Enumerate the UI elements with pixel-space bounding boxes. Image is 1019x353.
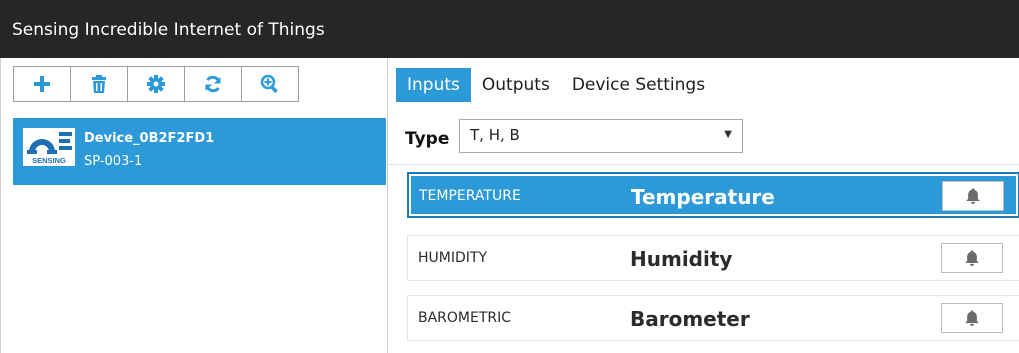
- pane-divider[interactable]: [387, 58, 388, 353]
- type-filter-row: Type T, H, B ▼: [388, 116, 1019, 165]
- sensing-logo-icon: SENSING: [23, 128, 75, 166]
- type-dropdown[interactable]: T, H, B ▼: [459, 119, 743, 153]
- sensor-name: Barometer: [630, 307, 750, 331]
- sensor-name: Humidity: [630, 247, 733, 271]
- svg-text:SENSING: SENSING: [32, 156, 66, 165]
- tab-inputs[interactable]: Inputs: [396, 68, 471, 102]
- refresh-icon: [205, 75, 221, 93]
- device-toolbar: [13, 66, 299, 102]
- zoom-in-icon: [260, 74, 278, 94]
- alarm-button[interactable]: [942, 181, 1004, 211]
- type-dropdown-value: T, H, B: [470, 126, 520, 144]
- window-title: Sensing Incredible Internet of Things: [0, 0, 1019, 58]
- device-list-item[interactable]: SENSING Device_0B2F2FD1 SP-003-1: [13, 118, 386, 185]
- gear-icon: [147, 75, 165, 93]
- bell-icon: [965, 310, 979, 326]
- bell-icon: [965, 250, 979, 266]
- alarm-button[interactable]: [941, 243, 1003, 273]
- bell-icon: [966, 188, 980, 204]
- tab-bar: Inputs Outputs Device Settings: [396, 68, 716, 102]
- settings-button[interactable]: [128, 67, 185, 101]
- sensor-row-humidity[interactable]: HUMIDITY Humidity: [407, 235, 1019, 281]
- sensor-row-temperature[interactable]: TEMPERATURE Temperature: [407, 172, 1019, 218]
- trash-icon: [92, 75, 106, 93]
- device-model: SP-003-1: [84, 154, 143, 169]
- tab-device-settings[interactable]: Device Settings: [561, 68, 716, 102]
- alarm-button[interactable]: [941, 303, 1003, 333]
- tab-outputs[interactable]: Outputs: [471, 68, 561, 102]
- main-frame: SENSING Device_0B2F2FD1 SP-003-1 Inputs …: [0, 58, 1019, 353]
- sensor-code: TEMPERATURE: [419, 188, 521, 204]
- sensor-code: BAROMETRIC: [418, 310, 512, 326]
- sensor-code: HUMIDITY: [418, 250, 487, 266]
- delete-device-button[interactable]: [71, 67, 128, 101]
- add-device-button[interactable]: [14, 67, 71, 101]
- refresh-button[interactable]: [185, 67, 242, 101]
- zoom-button[interactable]: [242, 67, 299, 101]
- device-name: Device_0B2F2FD1: [84, 131, 215, 146]
- sensor-name: Temperature: [631, 185, 775, 209]
- plus-icon: [34, 76, 50, 92]
- type-label: Type: [405, 129, 450, 149]
- chevron-down-icon: ▼: [724, 129, 732, 140]
- sensor-row-barometric[interactable]: BAROMETRIC Barometer: [407, 295, 1019, 341]
